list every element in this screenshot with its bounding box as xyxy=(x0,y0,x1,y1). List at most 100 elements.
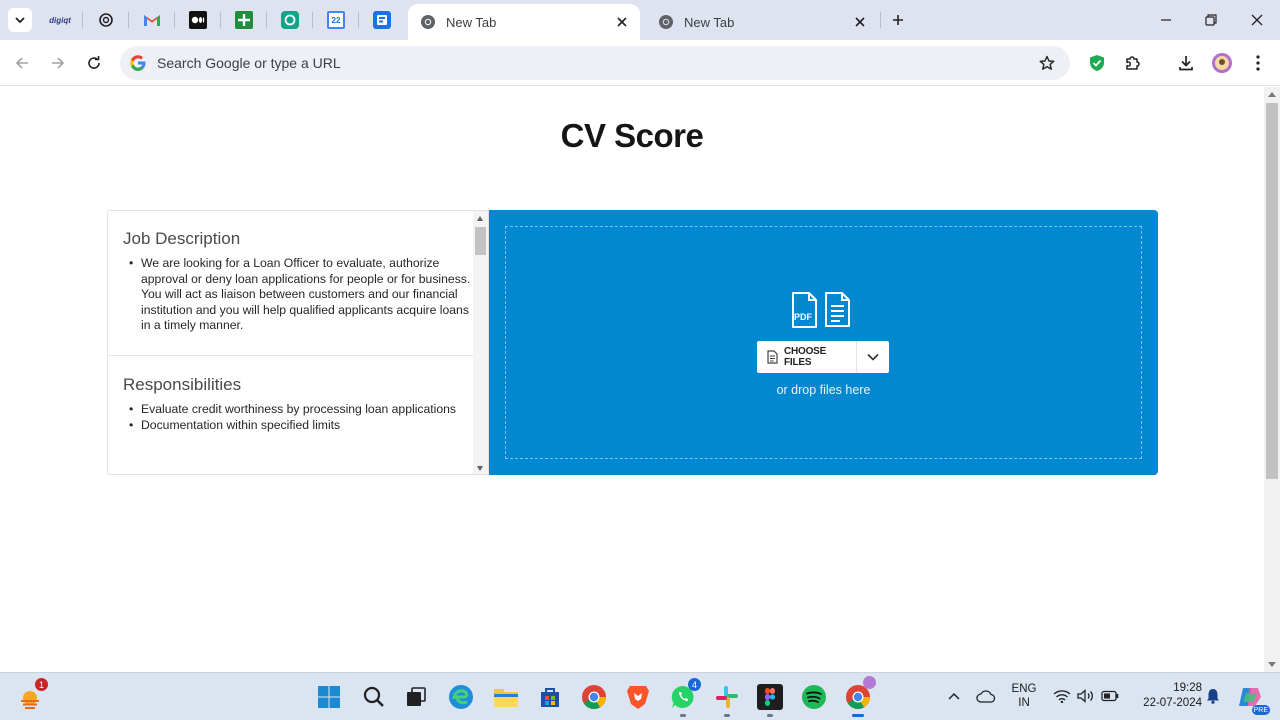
forms-icon xyxy=(373,11,391,29)
section-divider xyxy=(108,355,474,356)
forms-tab[interactable] xyxy=(368,8,396,32)
gmail-tab[interactable] xyxy=(138,8,166,32)
task-view-button[interactable] xyxy=(400,681,432,713)
scrollbar-thumb[interactable] xyxy=(475,227,486,255)
microsoft-store-app[interactable] xyxy=(534,681,566,713)
medium-tab[interactable] xyxy=(184,8,212,32)
minimize-button[interactable] xyxy=(1152,6,1180,34)
sheets-tab[interactable] xyxy=(230,8,258,32)
edge-app[interactable] xyxy=(445,681,477,713)
openai-tab[interactable] xyxy=(92,8,120,32)
task-view-icon xyxy=(407,687,426,706)
brave-icon xyxy=(627,686,649,709)
search-icon xyxy=(363,686,384,707)
file-explorer-app[interactable] xyxy=(490,681,522,713)
window-close-button[interactable] xyxy=(1243,6,1271,34)
slack-icon xyxy=(716,686,738,708)
profile-badge-icon xyxy=(863,676,876,689)
scroll-up-icon[interactable] xyxy=(477,216,483,221)
clock-time: 19:28 xyxy=(1173,682,1202,694)
downloads-button[interactable] xyxy=(1172,49,1200,77)
avatar-icon xyxy=(1212,53,1232,73)
tray-overflow-button[interactable] xyxy=(943,685,965,707)
chrome-icon xyxy=(582,685,606,710)
copilot-label: PRE xyxy=(1251,705,1270,715)
extensions-button[interactable] xyxy=(1119,49,1147,77)
chevron-down-icon xyxy=(867,353,879,361)
job-description-heading: Job Description xyxy=(123,229,241,248)
close-icon xyxy=(1251,14,1263,26)
job-description-section: Job Description We are looking for a Loa… xyxy=(123,229,473,334)
tab-new-tab-active[interactable]: New Tab xyxy=(408,4,640,40)
digiq-tab[interactable]: digiqt xyxy=(46,8,74,32)
bookmark-button[interactable] xyxy=(1032,48,1062,78)
start-button[interactable] xyxy=(313,681,345,713)
spotify-icon xyxy=(802,685,826,709)
chrome-app[interactable] xyxy=(578,681,610,713)
close-icon xyxy=(617,17,627,27)
address-bar[interactable]: Search Google or type a URL xyxy=(120,46,1070,80)
restore-button[interactable] xyxy=(1197,6,1225,34)
copilot-button[interactable]: PRE xyxy=(1234,681,1270,715)
list-item: We are looking for a Loan Officer to eva… xyxy=(123,256,473,334)
battery-button[interactable] xyxy=(1099,685,1121,707)
back-button[interactable] xyxy=(8,49,36,77)
address-bar-placeholder[interactable]: Search Google or type a URL xyxy=(157,55,1032,71)
arrow-right-icon xyxy=(52,57,65,69)
plus-icon xyxy=(893,15,903,25)
speaker-icon xyxy=(1077,689,1093,703)
tab-search-button[interactable] xyxy=(8,8,32,32)
whatsapp-app[interactable]: 4 xyxy=(667,678,701,717)
gmail-icon xyxy=(144,15,160,26)
app-tab[interactable] xyxy=(276,8,304,32)
minimize-icon xyxy=(1161,19,1171,21)
restore-icon xyxy=(1205,14,1217,26)
file-drop-zone[interactable]: PDF CHOOSE FILES or drop files here xyxy=(489,210,1158,475)
search-button[interactable] xyxy=(358,681,390,713)
spotify-app[interactable] xyxy=(798,681,830,713)
profile-avatar[interactable] xyxy=(1208,49,1236,77)
language-indicator[interactable]: ENG IN xyxy=(1008,682,1040,710)
whatsapp-badge: 4 xyxy=(688,678,701,691)
calendar-tab[interactable]: 22 xyxy=(322,8,350,32)
adblock-extension-button[interactable] xyxy=(1083,49,1111,77)
forward-button[interactable] xyxy=(44,49,72,77)
choose-files-button[interactable]: CHOOSE FILES xyxy=(757,341,889,373)
scroll-up-icon[interactable] xyxy=(1268,92,1276,97)
weather-widget[interactable]: 1 xyxy=(14,678,48,713)
tab-separator xyxy=(82,12,83,28)
choose-files-label: CHOOSE FILES xyxy=(783,346,827,368)
reload-button[interactable] xyxy=(80,49,108,77)
tab-separator xyxy=(128,12,129,28)
tab-separator xyxy=(880,12,881,28)
chrome-app-active[interactable] xyxy=(842,676,876,717)
shield-icon xyxy=(1090,55,1104,71)
figma-app[interactable] xyxy=(754,681,786,717)
onedrive-button[interactable] xyxy=(975,685,997,707)
scroll-down-icon[interactable] xyxy=(477,466,483,471)
tab-close-button[interactable] xyxy=(848,10,872,34)
panel-scrollbar[interactable] xyxy=(473,211,488,474)
volume-button[interactable] xyxy=(1075,685,1097,707)
notifications-button[interactable] xyxy=(1202,685,1224,707)
star-icon xyxy=(1039,55,1055,70)
slack-app[interactable] xyxy=(711,681,743,717)
choose-source-dropdown[interactable] xyxy=(857,341,889,373)
responsibilities-list: Evaluate credit worthiness by processing… xyxy=(123,402,483,433)
windows-taskbar: 1 4 ENG IN 19:28 22-07-2024 PRE xyxy=(0,672,1280,720)
browser-toolbar: Search Google or type a URL xyxy=(0,40,1280,86)
wifi-button[interactable] xyxy=(1051,685,1073,707)
drop-files-hint: or drop files here xyxy=(776,383,871,397)
tab-new-tab[interactable]: New Tab xyxy=(646,4,878,40)
brave-app[interactable] xyxy=(622,681,654,713)
calendar-icon: 22 xyxy=(327,11,345,29)
scroll-down-icon[interactable] xyxy=(1268,662,1276,667)
clock[interactable]: 19:28 22-07-2024 xyxy=(1128,681,1202,711)
scrollbar-thumb[interactable] xyxy=(1266,103,1278,479)
choose-files-main[interactable]: CHOOSE FILES xyxy=(757,341,857,373)
new-tab-button[interactable] xyxy=(886,8,910,32)
page-scrollbar[interactable] xyxy=(1264,87,1280,672)
list-item: Evaluate credit worthiness by processing… xyxy=(123,402,483,418)
chrome-menu-button[interactable] xyxy=(1244,49,1272,77)
tab-close-button[interactable] xyxy=(610,10,634,34)
